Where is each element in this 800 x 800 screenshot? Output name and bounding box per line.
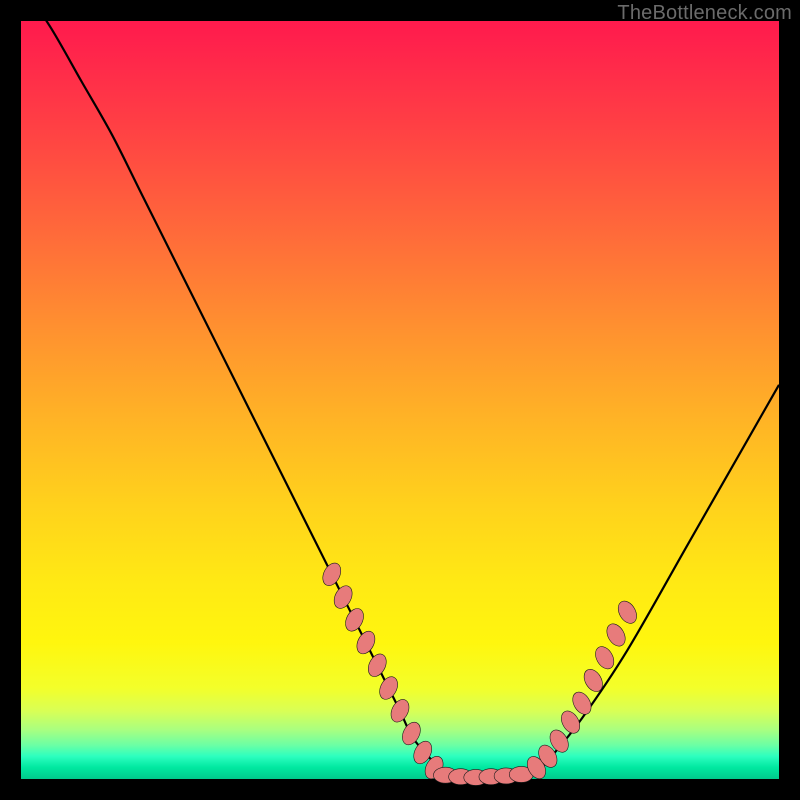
data-marker xyxy=(592,643,618,672)
plot-area xyxy=(21,21,779,779)
data-marker xyxy=(603,621,629,650)
data-marker xyxy=(319,560,344,589)
data-marker xyxy=(342,605,367,634)
data-marker xyxy=(614,598,640,627)
bottleneck-curve xyxy=(21,0,779,780)
data-marker xyxy=(365,651,390,680)
data-marker xyxy=(331,583,356,612)
data-marker xyxy=(353,628,378,657)
data-marker xyxy=(387,696,412,725)
watermark-text: TheBottleneck.com xyxy=(617,2,792,25)
chart-frame: TheBottleneck.com xyxy=(0,0,800,800)
data-marker xyxy=(376,674,401,703)
chart-svg xyxy=(21,21,779,779)
markers-group xyxy=(319,560,640,785)
